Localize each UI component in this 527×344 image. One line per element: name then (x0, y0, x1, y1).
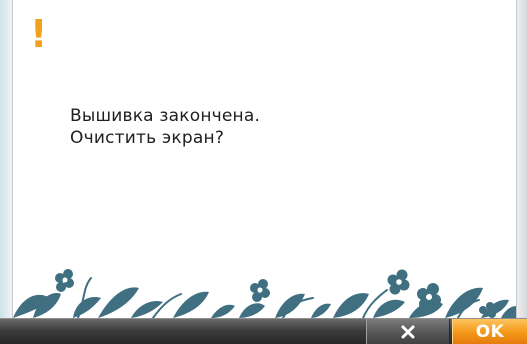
exclamation-icon: ! (30, 12, 48, 56)
dialog-message: Вышивка закончена. Очистить экран? (70, 105, 260, 149)
ok-button[interactable]: OK (452, 319, 527, 344)
message-dialog: ! Вышивка закончена. Очистить экран? (12, 0, 517, 318)
close-icon (401, 325, 415, 339)
message-line-1: Вышивка закончена. (70, 106, 261, 126)
ok-label: OK (475, 322, 505, 342)
message-line-2: Очистить экран? (70, 128, 225, 148)
foliage-decoration (13, 269, 516, 318)
bottom-action-bar: × OK (0, 318, 527, 344)
cancel-button[interactable]: × (366, 319, 450, 344)
left-edge-strip (0, 0, 12, 344)
embroidery-dialog-screen: ! Вышивка закончена. Очистить экран? OK (0, 0, 527, 344)
